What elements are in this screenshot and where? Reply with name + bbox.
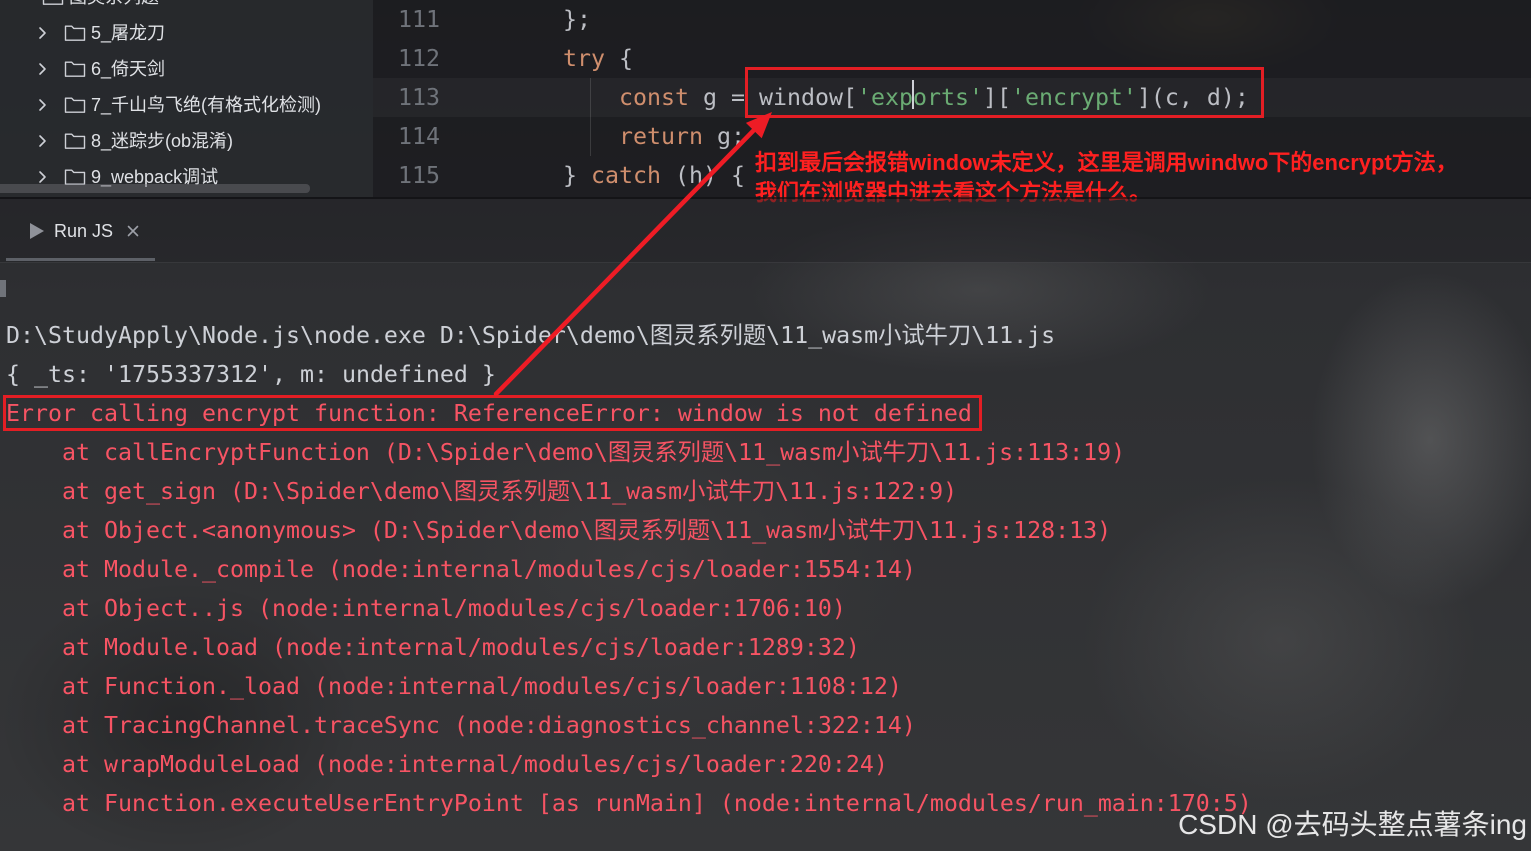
folder-icon (42, 0, 64, 5)
line-number: 113 (398, 84, 440, 111)
ide-window: 图灵系列题 5_屠龙刀 6_倚天剑 7_千山鸟飞绝(有格式化检测) 8_迷踪步( (0, 0, 1531, 851)
close-icon[interactable] (127, 225, 139, 237)
code-token-keyword: catch (590, 162, 661, 189)
tree-item-folder[interactable]: 6_倚天剑 (0, 51, 373, 87)
code-token: g; (702, 123, 745, 150)
tree-rows: 图灵系列题 5_屠龙刀 6_倚天剑 7_千山鸟飞绝(有格式化检测) 8_迷踪步( (0, 0, 373, 195)
stack-trace-line: at Object.<anonymous> (D:\Spider\demo\图灵… (61, 517, 1112, 544)
code-text: }; (451, 0, 591, 39)
panel-divider[interactable] (0, 197, 1531, 199)
tree-item-label: 8_迷踪步(ob混淆) (91, 131, 234, 151)
annotation-box-error (3, 395, 982, 431)
folder-icon (64, 25, 86, 41)
stack-trace-line: at get_sign (D:\Spider\demo\图灵系列题\11_was… (61, 478, 958, 505)
line-number: 112 (398, 45, 440, 72)
stack-trace-line: at Module._compile (node:internal/module… (61, 556, 916, 583)
stack-trace-line: at Module.load (node:internal/modules/cj… (61, 634, 860, 661)
tree-horizontal-scrollbar[interactable] (0, 184, 310, 193)
active-tab-indicator (6, 258, 155, 261)
stack-trace-line: at wrapModuleLoad (node:internal/modules… (61, 751, 888, 778)
divider (0, 262, 1531, 263)
tab-label: Run JS (54, 221, 114, 241)
code-token-keyword: return (618, 123, 703, 150)
code-text: } catch (h) { (451, 156, 745, 195)
chevron-right-icon[interactable] (37, 26, 47, 40)
stack-trace-line: at Function._load (node:internal/modules… (61, 673, 902, 700)
code-line[interactable]: 111 }; (373, 0, 1531, 39)
line-number: 114 (398, 123, 440, 150)
line-number: 111 (398, 6, 440, 33)
code-token: (h) { (660, 162, 745, 189)
chevron-right-icon[interactable] (37, 98, 47, 112)
code-token-keyword: const (618, 84, 689, 111)
project-tree-panel[interactable]: 图灵系列题 5_屠龙刀 6_倚天剑 7_千山鸟飞绝(有格式化检测) 8_迷踪步( (0, 0, 373, 197)
stack-trace-line: at callEncryptFunction (D:\Spider\demo\图… (61, 439, 1126, 466)
tree-item-label: 5_屠龙刀 (91, 23, 166, 43)
chevron-right-icon[interactable] (37, 134, 47, 148)
run-tool-window-header: Run JS (0, 197, 1531, 263)
console-output[interactable]: D:\StudyApply\Node.js\node.exe D:\Spider… (6, 316, 1531, 823)
tree-item-label: 7_千山鸟飞绝(有格式化检测) (91, 95, 322, 115)
console-toolbar-fragment[interactable] (0, 280, 6, 297)
chevron-right-icon[interactable] (37, 170, 47, 184)
tree-item-folder[interactable]: 8_迷踪步(ob混淆) (0, 123, 373, 159)
stack-trace-line: at TracingChannel.traceSync (node:diagno… (61, 712, 916, 739)
code-token: { (604, 45, 633, 72)
chevron-right-icon[interactable] (37, 62, 47, 76)
code-token: } (562, 162, 591, 189)
line-number: 115 (398, 162, 440, 189)
code-token-keyword: try (562, 45, 605, 72)
tree-item-parent-folder[interactable]: 图灵系列题 (0, 0, 373, 15)
annotation-box-code (745, 67, 1264, 118)
tree-item-folder[interactable]: 5_屠龙刀 (0, 15, 373, 51)
stack-trace-line: at Object..js (node:internal/modules/cjs… (61, 595, 846, 622)
code-text: try { (451, 39, 633, 78)
folder-icon (64, 97, 86, 113)
tree-item-label: 6_倚天剑 (91, 59, 166, 79)
annotation-line: 扣到最后会报错window未定义，这里是调用windwo下的encrypt方法， (755, 150, 1458, 175)
console-output-line: { _ts: '1755337312', m: undefined } (6, 361, 496, 388)
run-icon (30, 223, 44, 239)
tree-item-label: 图灵系列题 (69, 0, 159, 15)
console-command-line: D:\StudyApply\Node.js\node.exe D:\Spider… (6, 322, 1056, 349)
code-token: }; (562, 6, 591, 33)
tree-item-folder[interactable]: 7_千山鸟飞绝(有格式化检测) (0, 87, 373, 123)
code-text: return g; (451, 117, 745, 156)
folder-icon (64, 61, 86, 77)
tab-run-js[interactable]: Run JS (6, 197, 155, 261)
folder-icon (64, 133, 86, 149)
watermark: CSDN @去码头整点薯条ing (1178, 809, 1527, 840)
